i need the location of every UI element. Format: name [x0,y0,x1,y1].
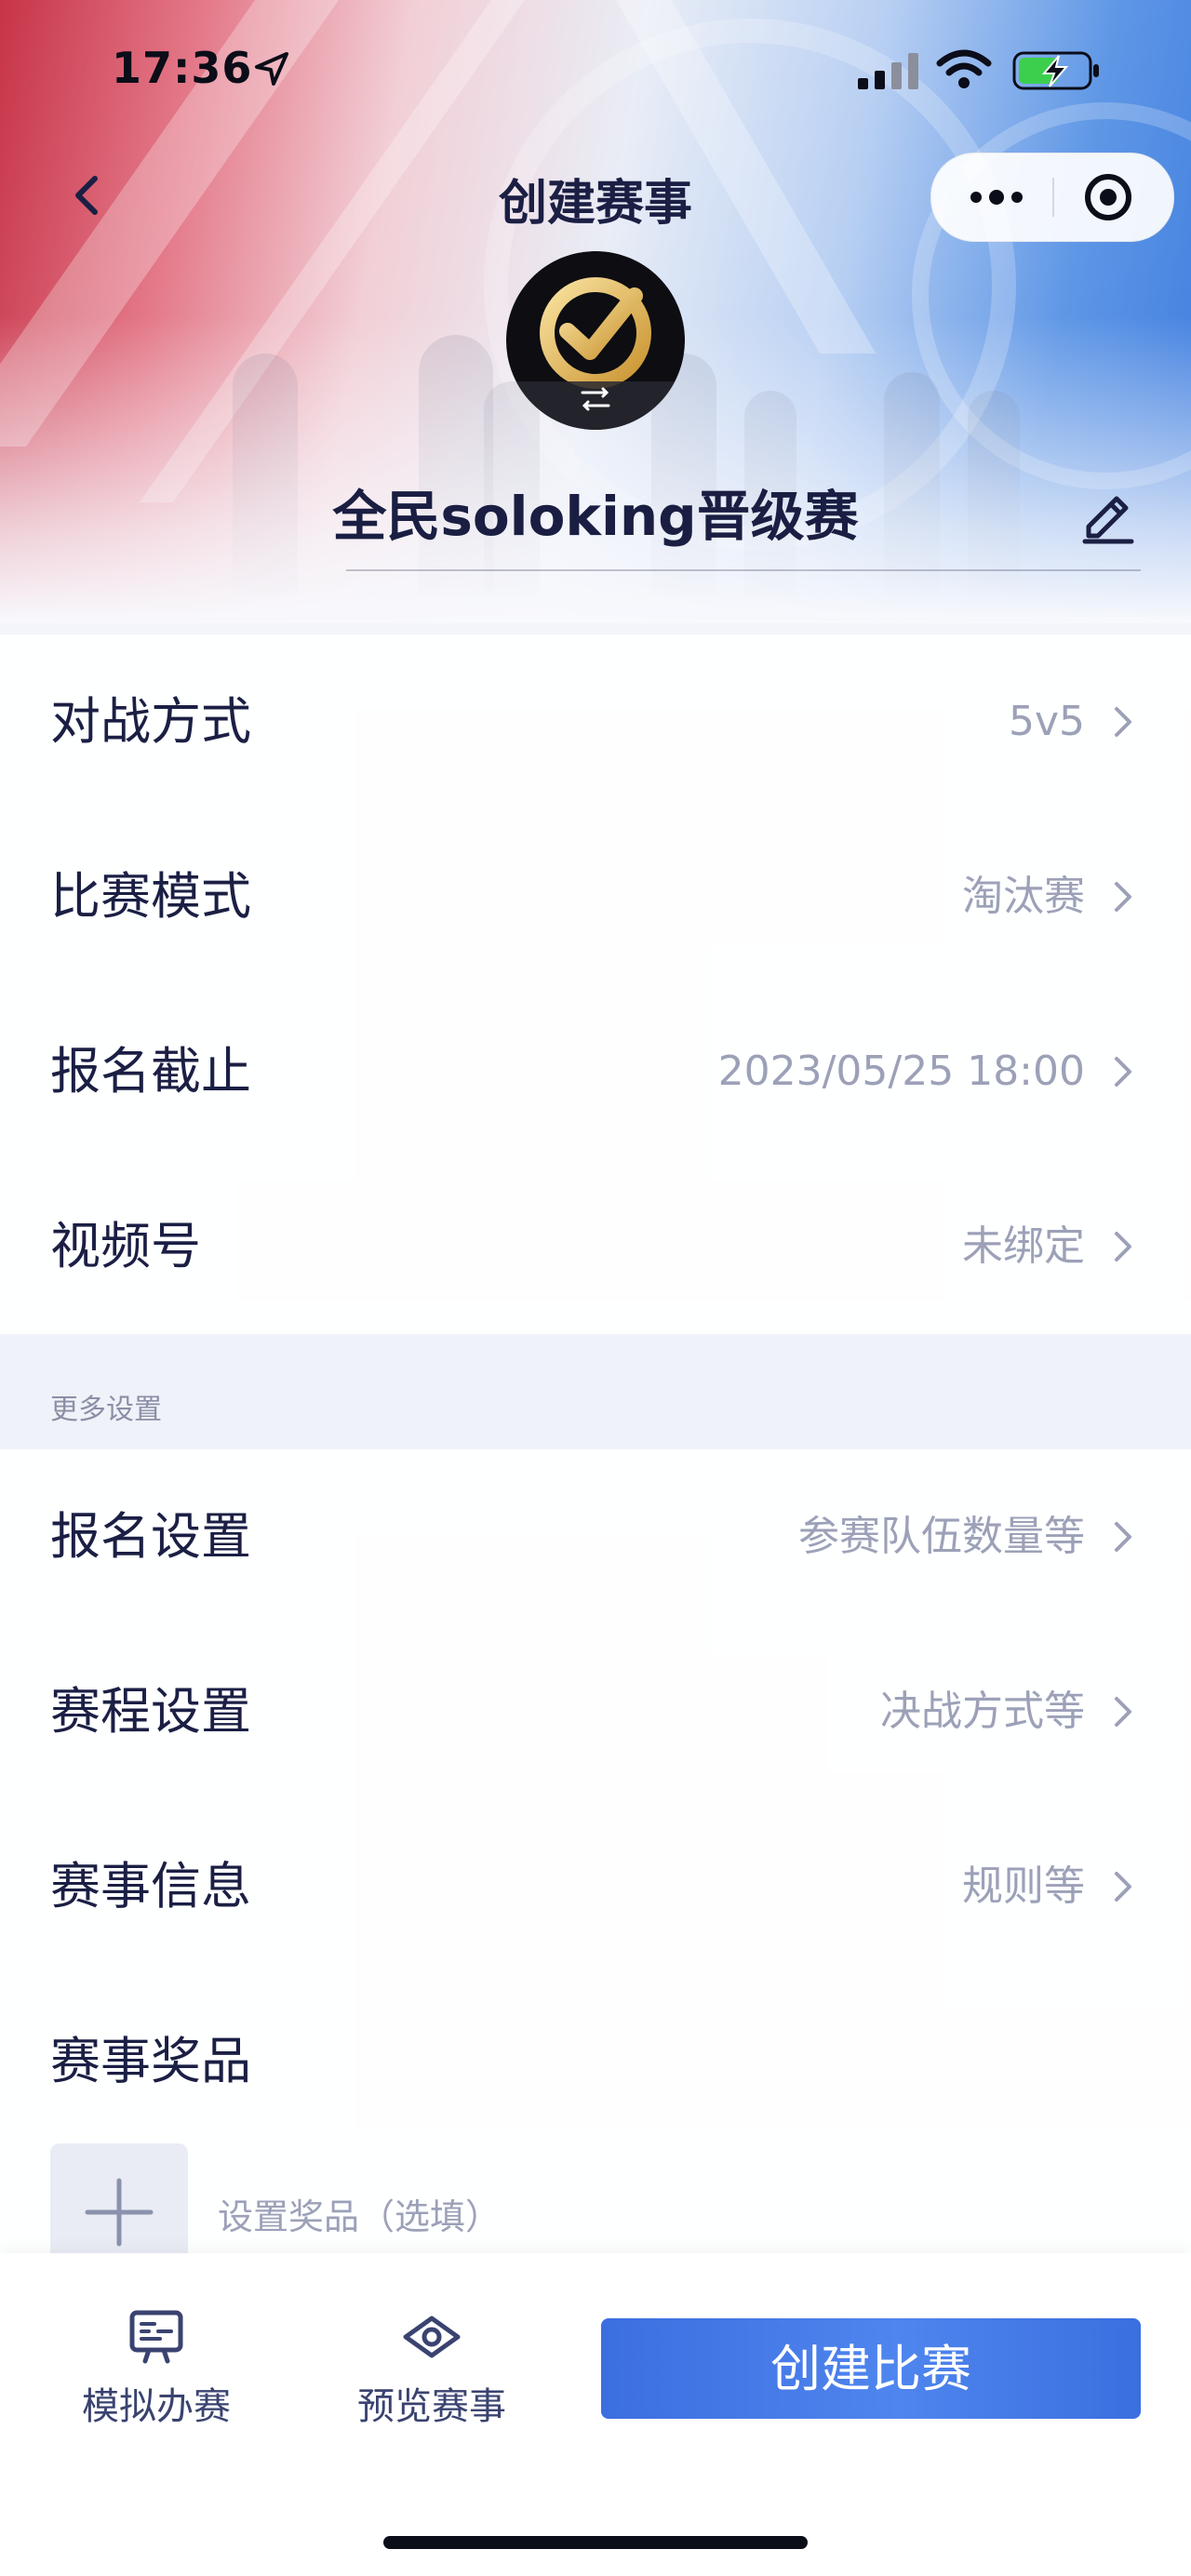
setting-label: 赛事奖品 [50,2032,251,2090]
simulate-board-icon [129,2310,183,2364]
chevron-right-icon [1115,882,1131,912]
setting-label: 报名截止 [50,1042,251,1101]
page-title: 创建赛事 [498,176,692,232]
setting-row-schedule-settings[interactable]: 赛程设置 决战方式等 [0,1624,1191,1799]
tournament-logo[interactable] [506,251,685,430]
prize-placeholder[interactable]: 设置奖品（选填） [218,2188,501,2239]
location-arrow-icon [255,52,288,86]
preview-label: 预览赛事 [357,2385,506,2428]
create-match-button[interactable]: 创建比赛 [601,2318,1141,2419]
plus-icon [85,2178,154,2247]
setting-row-registration-settings[interactable]: 报名设置 参赛队伍数量等 [0,1449,1191,1624]
setting-row-video-channel[interactable]: 视频号 未绑定 [0,1159,1191,1334]
tournament-name[interactable]: 全民soloking晋级赛 [186,473,1005,551]
chevron-right-icon [1115,1522,1131,1552]
wifi-icon [936,49,992,88]
home-indicator [383,2536,808,2549]
preview-button[interactable]: 预览赛事 [329,2309,534,2430]
edit-pencil-icon[interactable] [1077,484,1139,545]
setting-value: 5v5 [1008,698,1085,745]
basic-settings-card: 对战方式 5v5 比赛模式 淘汰赛 报名截止 2023/05/25 18:00 … [0,634,1191,1334]
setting-row-event-info[interactable]: 赛事信息 规则等 [0,1799,1191,1974]
setting-row-prizes: 赛事奖品 [0,1974,1191,2149]
more-settings-header: 更多设置 [0,1334,1191,1449]
setting-value: 2023/05/25 18:00 [717,1048,1085,1095]
simulate-label: 模拟办赛 [82,2385,231,2428]
status-time: 17:36 [112,43,253,93]
target-icon[interactable] [1080,169,1136,225]
mini-program-capsule [930,153,1174,242]
more-settings-card: 报名设置 参赛队伍数量等 赛程设置 决战方式等 赛事信息 规则等 赛事奖品 [0,1449,1191,2253]
chevron-right-icon [1115,707,1131,737]
chevron-right-icon [1115,1057,1131,1087]
name-underline [346,569,1141,571]
chevron-right-icon [1115,1697,1131,1727]
setting-row-registration-deadline[interactable]: 报名截止 2023/05/25 18:00 [0,984,1191,1159]
setting-value: 未绑定 [962,1222,1085,1270]
logo-emblem-icon [506,277,685,430]
more-dots-icon[interactable] [959,170,1034,224]
eye-icon [403,2316,461,2358]
setting-row-battle-mode[interactable]: 对战方式 5v5 [0,634,1191,809]
chevron-right-icon [1115,1872,1131,1902]
setting-label: 报名设置 [50,1507,251,1566]
setting-label: 赛程设置 [50,1682,251,1741]
chevron-right-icon [1115,1232,1131,1261]
setting-value: 参赛队伍数量等 [798,1513,1085,1560]
setting-label: 对战方式 [50,692,251,751]
setting-row-match-mode[interactable]: 比赛模式 淘汰赛 [0,809,1191,984]
setting-value: 淘汰赛 [962,873,1085,920]
setting-value: 规则等 [962,1862,1085,1910]
section-header-label: 更多设置 [50,1394,162,1426]
signal-icon [858,53,918,89]
setting-label: 视频号 [50,1217,201,1275]
simulate-button[interactable]: 模拟办赛 [54,2309,259,2430]
setting-value: 决战方式等 [880,1688,1085,1735]
setting-label: 比赛模式 [50,867,251,926]
bottom-action-bar: 模拟办赛 预览赛事 创建比赛 [0,2253,1191,2576]
setting-label: 赛事信息 [50,1857,251,1915]
battery-charging-icon [1012,51,1099,90]
back-chevron-icon[interactable] [60,167,115,223]
